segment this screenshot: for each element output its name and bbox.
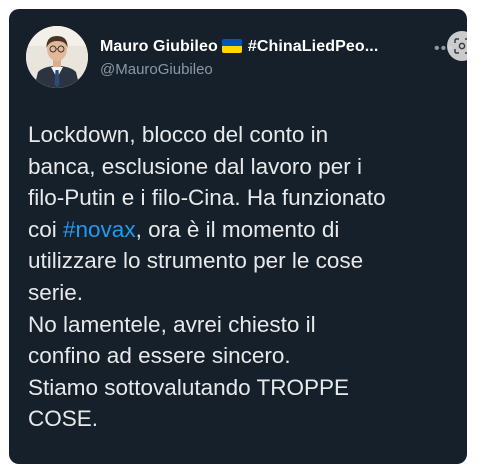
ukraine-flag-icon (221, 39, 242, 53)
avatar[interactable] (26, 26, 88, 88)
author-name-suffix[interactable]: #ChinaLiedPeo... (248, 38, 379, 55)
tweet-text-line: No lamentele, avrei chiesto il (28, 311, 316, 337)
tweet-text-line: Stiamo sottovalutando TROPPE (28, 374, 349, 400)
tweet-text-line: coi #novax, ora è il momento di (28, 214, 458, 246)
author-name-line[interactable]: Mauro Giubileo #ChinaLiedPeo... (100, 38, 378, 56)
tweet-text-line: serie. (28, 279, 84, 305)
tweet-text-fragment: , ora è il momento di (135, 216, 340, 242)
hashtag-link[interactable]: #novax (63, 217, 136, 242)
tweet-text-line: COSE. (28, 406, 99, 432)
tweet-text-fragment: coi (28, 216, 64, 242)
tweet-header: Mauro Giubileo #ChinaLiedPeo... @MauroGiu… (26, 26, 467, 90)
tweet-text-line: filo-Putin e i filo-Cina. Ha funzionato (28, 185, 386, 211)
tweet-text-line: confino ad essere sincero. (28, 343, 291, 369)
tweet-text-line: Lockdown, blocco del conto in (28, 122, 329, 147)
avatar-image (26, 26, 88, 88)
tweet-text: Lockdown, blocco del conto in banca, esc… (28, 119, 458, 435)
tweet-text-line: banca, esclusione dal lavoro per i (28, 153, 362, 179)
tweet-text-line: utilizzare lo strumento per le cose (28, 248, 364, 274)
author-name[interactable]: Mauro Giubileo (100, 38, 218, 55)
author-handle[interactable]: @MauroGiubileo (100, 61, 213, 78)
tweet-card: Mauro Giubileo #ChinaLiedPeo... @MauroGiu… (9, 9, 467, 464)
